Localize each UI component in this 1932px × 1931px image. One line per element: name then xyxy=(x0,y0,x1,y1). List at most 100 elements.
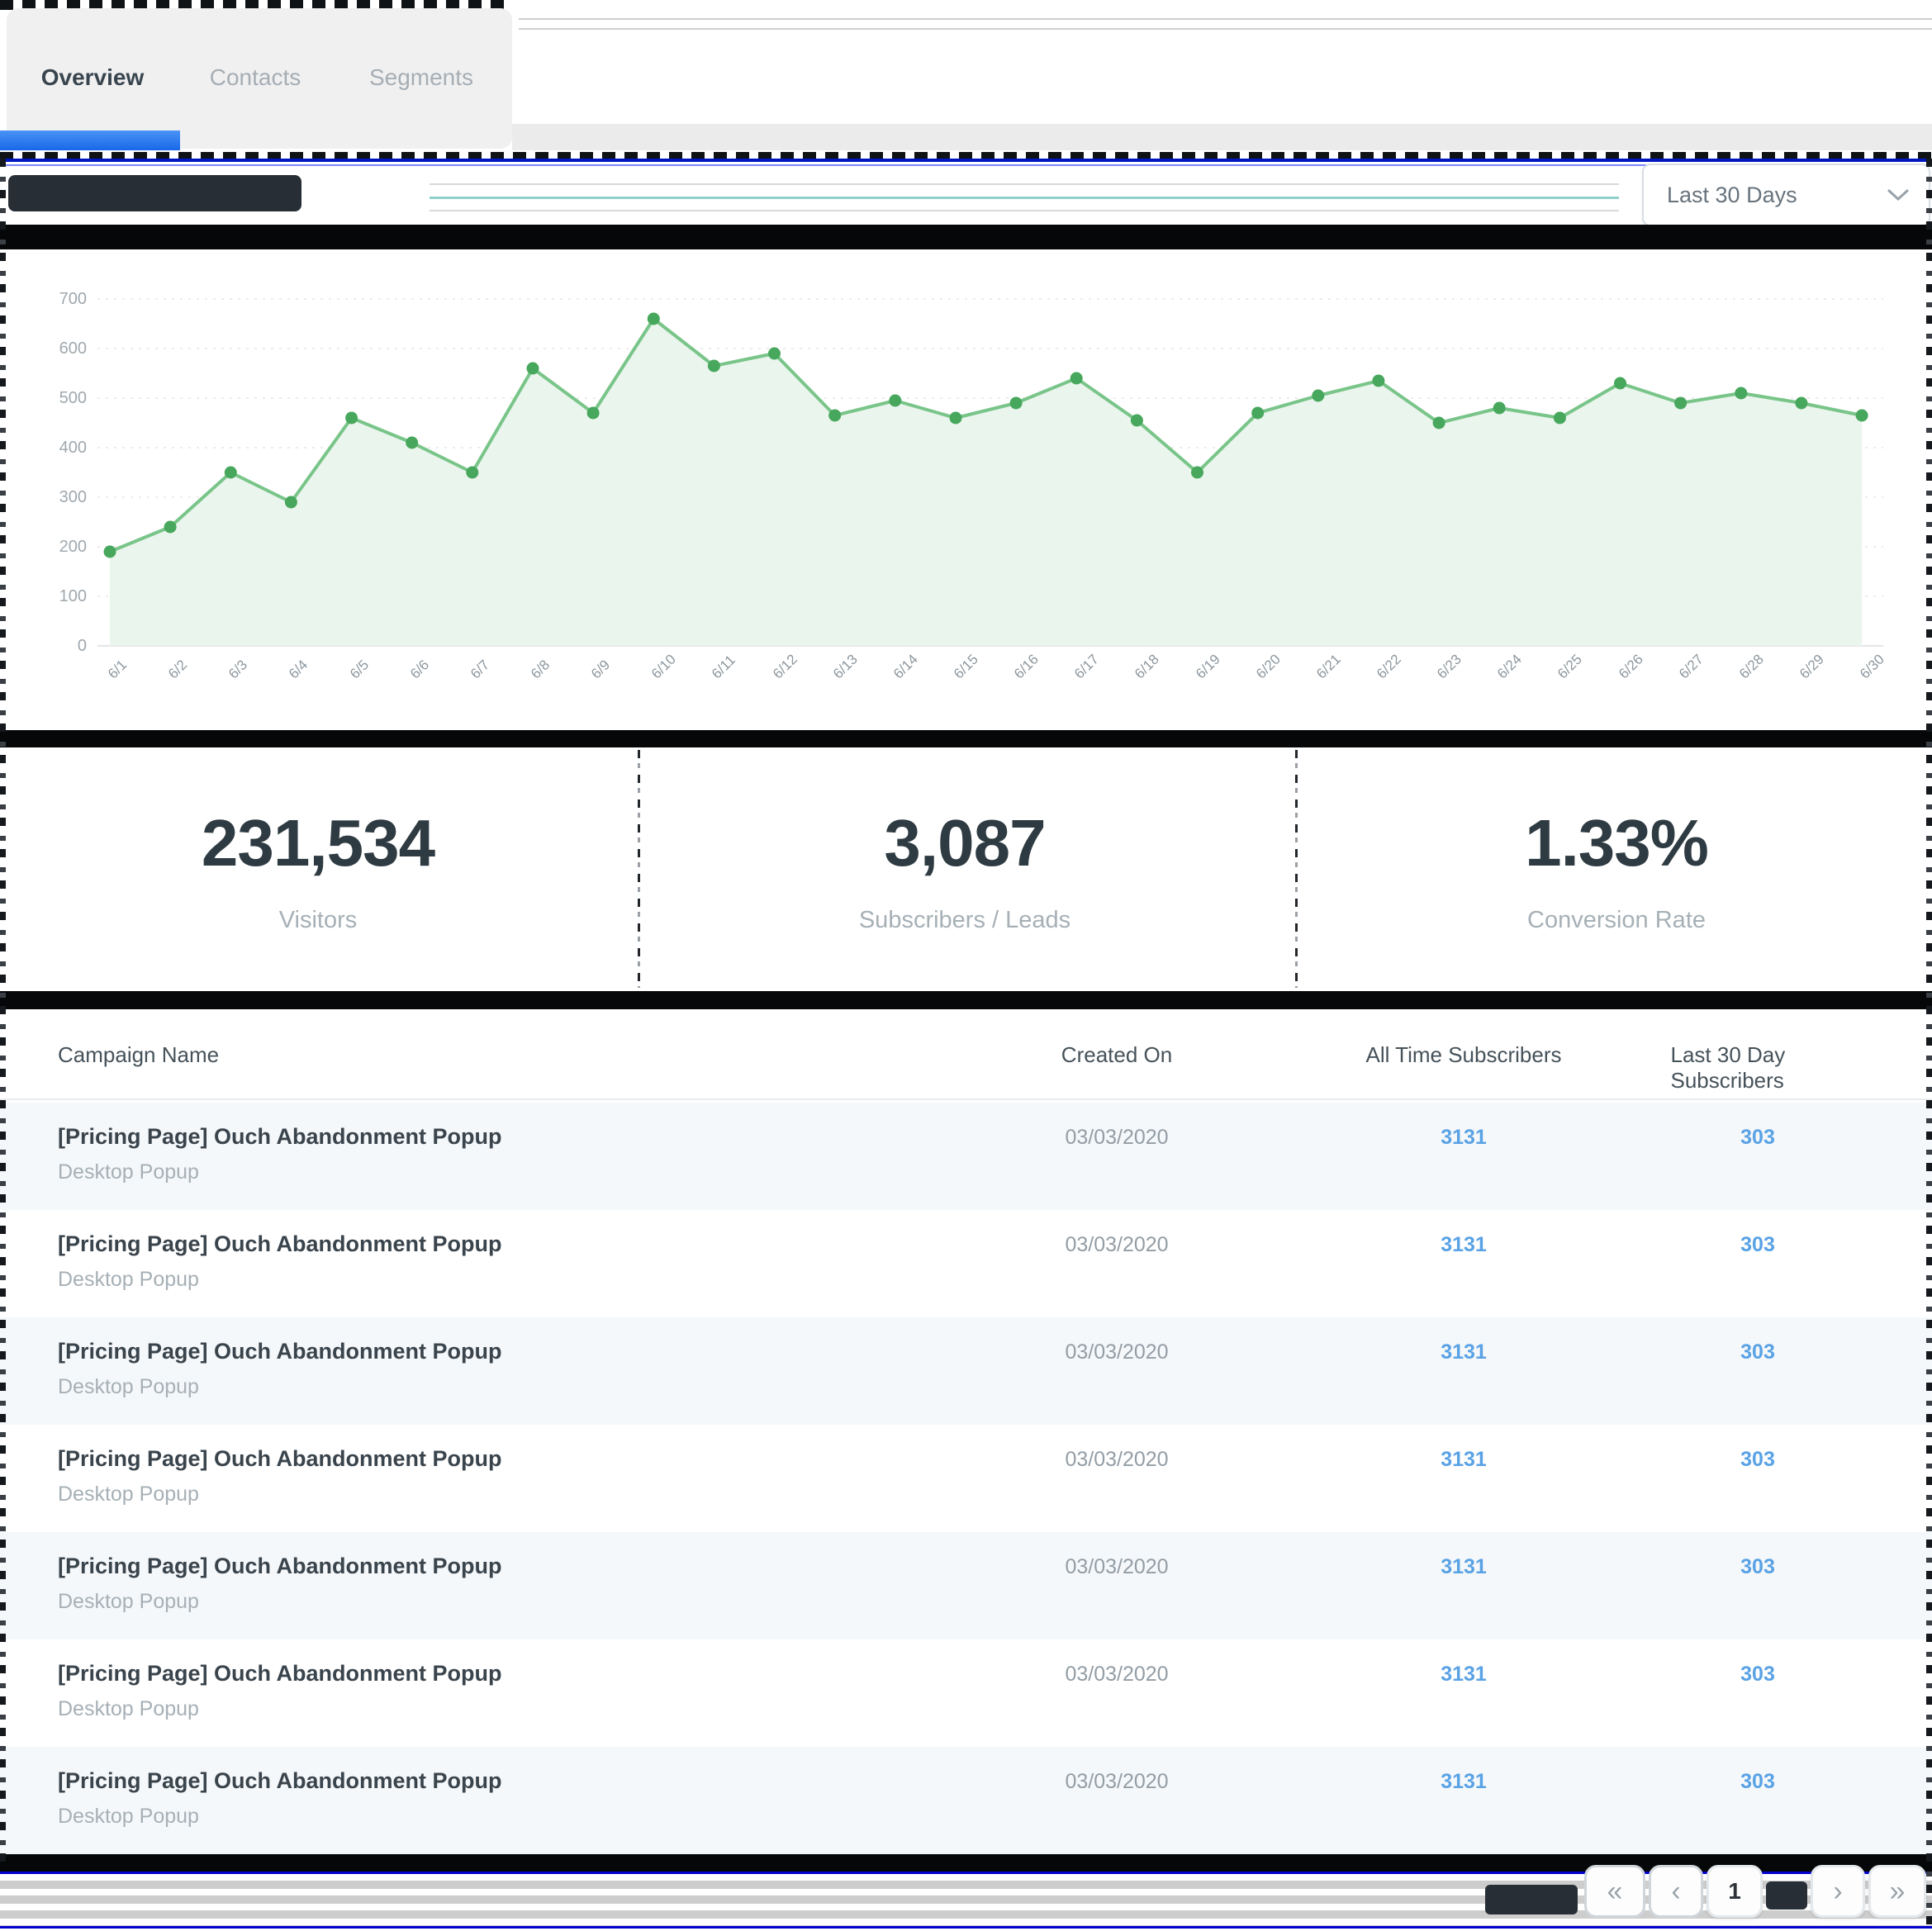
stat-card-separator xyxy=(638,750,640,988)
stat-subscribers-label: Subscribers / Leads xyxy=(859,907,1070,934)
last-30-day-subscribers-link[interactable]: 303 xyxy=(1634,1126,1882,1150)
data-point[interactable] xyxy=(1251,407,1264,420)
campaign-name[interactable]: [Pricing Page] Ouch Abandonment Popup xyxy=(58,1339,502,1364)
created-on-value: 03/03/2020 xyxy=(993,1555,1241,1579)
campaign-type: Desktop Popup xyxy=(58,1590,199,1614)
col-header-all-time-subscribers: All Time Subscribers xyxy=(1366,1042,1562,1068)
glitch-line-teal xyxy=(430,197,1619,199)
pagination-current-page[interactable]: 1 xyxy=(1707,1865,1763,1918)
date-range-value: Last 30 Days xyxy=(1667,183,1797,208)
campaign-type: Desktop Popup xyxy=(58,1375,199,1399)
last-30-day-subscribers-link[interactable]: 303 xyxy=(1634,1555,1882,1579)
campaign-name[interactable]: [Pricing Page] Ouch Abandonment Popup xyxy=(58,1231,502,1257)
data-point[interactable] xyxy=(1312,390,1324,402)
data-point[interactable] xyxy=(1493,402,1506,415)
data-point[interactable] xyxy=(828,410,841,422)
campaign-type: Desktop Popup xyxy=(58,1697,199,1721)
created-on-value: 03/03/2020 xyxy=(993,1448,1241,1472)
all-time-subscribers-link[interactable]: 3131 xyxy=(1340,1770,1588,1794)
table-row: [Pricing Page] Ouch Abandonment Popup Des… xyxy=(0,1639,1932,1747)
data-point[interactable] xyxy=(1795,397,1807,410)
data-point[interactable] xyxy=(164,521,177,534)
campaign-name[interactable]: [Pricing Page] Ouch Abandonment Popup xyxy=(58,1554,502,1579)
table-row: [Pricing Page] Ouch Abandonment Popup Des… xyxy=(0,1210,1932,1317)
created-on-value: 03/03/2020 xyxy=(993,1663,1241,1687)
data-point[interactable] xyxy=(1554,412,1566,425)
chevron-down-icon xyxy=(1887,189,1909,202)
last-30-day-subscribers-link[interactable]: 303 xyxy=(1634,1770,1882,1794)
campaign-table-body: [Pricing Page] Ouch Abandonment Popup Des… xyxy=(0,1103,1932,1854)
data-point[interactable] xyxy=(889,395,901,407)
table-header-divider xyxy=(0,1098,1932,1100)
campaign-name[interactable]: [Pricing Page] Ouch Abandonment Popup xyxy=(58,1768,502,1794)
pagination-next-button[interactable]: › xyxy=(1811,1865,1865,1918)
campaign-name[interactable]: [Pricing Page] Ouch Abandonment Popup xyxy=(58,1446,502,1472)
tab-segments[interactable]: Segments xyxy=(369,64,473,91)
table-row: [Pricing Page] Ouch Abandonment Popup Des… xyxy=(0,1747,1932,1854)
data-point[interactable] xyxy=(1735,387,1747,400)
stat-visitors-label: Visitors xyxy=(279,907,358,934)
glitch-line xyxy=(519,18,1932,20)
created-on-value: 03/03/2020 xyxy=(993,1340,1241,1364)
data-point[interactable] xyxy=(1856,410,1868,422)
data-point[interactable] xyxy=(1614,377,1626,390)
table-row: [Pricing Page] Ouch Abandonment Popup Des… xyxy=(0,1317,1932,1425)
pagination-first-button[interactable]: « xyxy=(1584,1865,1645,1918)
data-point[interactable] xyxy=(768,348,781,360)
all-time-subscribers-link[interactable]: 3131 xyxy=(1340,1233,1588,1257)
campaign-type: Desktop Popup xyxy=(58,1805,199,1829)
all-time-subscribers-link[interactable]: 3131 xyxy=(1340,1126,1588,1150)
last-30-day-subscribers-link[interactable]: 303 xyxy=(1634,1233,1882,1257)
table-row: [Pricing Page] Ouch Abandonment Popup Des… xyxy=(0,1103,1932,1210)
glitch-line xyxy=(519,28,1932,30)
tab-contacts[interactable]: Contacts xyxy=(210,64,301,91)
campaign-name[interactable]: [Pricing Page] Ouch Abandonment Popup xyxy=(58,1661,502,1687)
data-point[interactable] xyxy=(466,467,478,479)
campaign-name[interactable]: [Pricing Page] Ouch Abandonment Popup xyxy=(58,1124,502,1150)
data-point[interactable] xyxy=(587,407,600,420)
all-time-subscribers-link[interactable]: 3131 xyxy=(1340,1555,1588,1579)
last-30-day-subscribers-link[interactable]: 303 xyxy=(1634,1340,1882,1364)
data-point[interactable] xyxy=(1070,372,1083,385)
campaign-type: Desktop Popup xyxy=(58,1268,199,1292)
subscribers-area-chart xyxy=(0,249,1932,712)
data-point[interactable] xyxy=(950,412,962,425)
glitch-strip xyxy=(512,124,1932,150)
data-point[interactable] xyxy=(104,546,116,558)
dashboard-page: Overview Contacts Segments Last 30 Days … xyxy=(0,0,1932,1931)
all-time-subscribers-link[interactable]: 3131 xyxy=(1340,1340,1588,1364)
data-point[interactable] xyxy=(1010,397,1023,410)
items-count-redacted xyxy=(1485,1885,1578,1914)
tab-overview[interactable]: Overview xyxy=(41,64,145,91)
data-point[interactable] xyxy=(1131,415,1143,427)
data-point[interactable] xyxy=(285,496,297,509)
data-point[interactable] xyxy=(345,412,358,425)
last-30-day-subscribers-link[interactable]: 303 xyxy=(1634,1448,1882,1472)
data-point[interactable] xyxy=(1372,375,1384,387)
pagination-redacted xyxy=(1766,1881,1807,1910)
data-point[interactable] xyxy=(527,363,539,375)
glitch-line xyxy=(430,183,1619,185)
data-point[interactable] xyxy=(1674,397,1687,410)
campaign-type: Desktop Popup xyxy=(58,1160,199,1184)
chart-area-fill xyxy=(110,319,1862,646)
data-point[interactable] xyxy=(648,313,660,325)
glitch-left-edge xyxy=(0,159,6,1868)
glitch-line xyxy=(430,210,1619,211)
data-point[interactable] xyxy=(225,467,237,479)
glitch-line-navy xyxy=(0,164,1932,166)
created-on-value: 03/03/2020 xyxy=(993,1126,1241,1150)
data-point[interactable] xyxy=(1433,417,1445,429)
pagination-last-button[interactable]: » xyxy=(1868,1865,1926,1918)
last-30-day-subscribers-link[interactable]: 303 xyxy=(1634,1663,1882,1687)
pagination-prev-button[interactable]: ‹ xyxy=(1649,1865,1703,1918)
data-point[interactable] xyxy=(708,360,720,372)
all-time-subscribers-link[interactable]: 3131 xyxy=(1340,1448,1588,1472)
data-point[interactable] xyxy=(406,437,418,449)
data-point[interactable] xyxy=(1191,467,1203,479)
date-range-select[interactable]: Last 30 Days xyxy=(1642,164,1930,226)
stat-conversion-value: 1.33% xyxy=(1525,805,1708,881)
glitch-line-blue xyxy=(0,1926,1932,1929)
glitch-band xyxy=(0,730,1932,747)
all-time-subscribers-link[interactable]: 3131 xyxy=(1340,1663,1588,1687)
